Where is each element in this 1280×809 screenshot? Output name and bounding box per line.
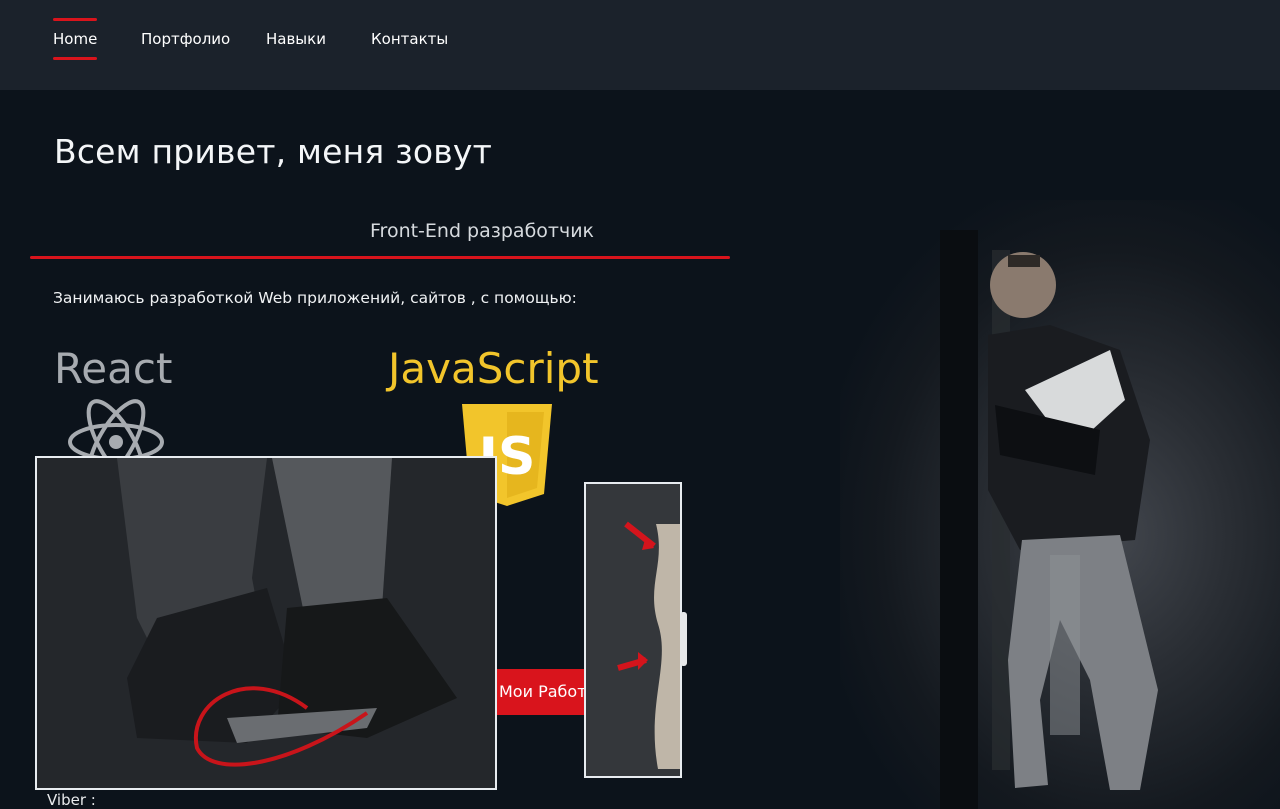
hero-description: Занимаюсь разработкой Web приложений, са… — [53, 289, 577, 307]
react-label: React — [54, 344, 173, 393]
top-navbar: Home Портфолио Навыки Контакты — [0, 0, 1280, 90]
sole-photo-image — [586, 484, 680, 776]
my-works-button[interactable]: Мои Работы — [497, 669, 584, 715]
hero-title: Всем привет, меня зовут — [54, 132, 493, 171]
sneaker-photo-image — [37, 458, 495, 788]
overlay-drag-handle[interactable] — [680, 612, 687, 666]
nav-home-link[interactable]: Home — [53, 18, 98, 60]
hero-role-subtitle: Front-End разработчик — [370, 220, 595, 242]
nav-skills-link[interactable]: Навыки — [266, 29, 326, 49]
nav-portfolio-link[interactable]: Портфолио — [141, 29, 230, 49]
overlay-sole-photo[interactable] — [584, 482, 682, 778]
nav-contacts-link[interactable]: Контакты — [371, 29, 448, 49]
viber-contact-label: Viber : — [47, 791, 96, 809]
javascript-label: JavaScript — [388, 344, 599, 393]
overlay-sneaker-photo[interactable] — [35, 456, 497, 790]
hero-divider — [30, 256, 730, 259]
hero-person-photo — [940, 230, 1158, 809]
